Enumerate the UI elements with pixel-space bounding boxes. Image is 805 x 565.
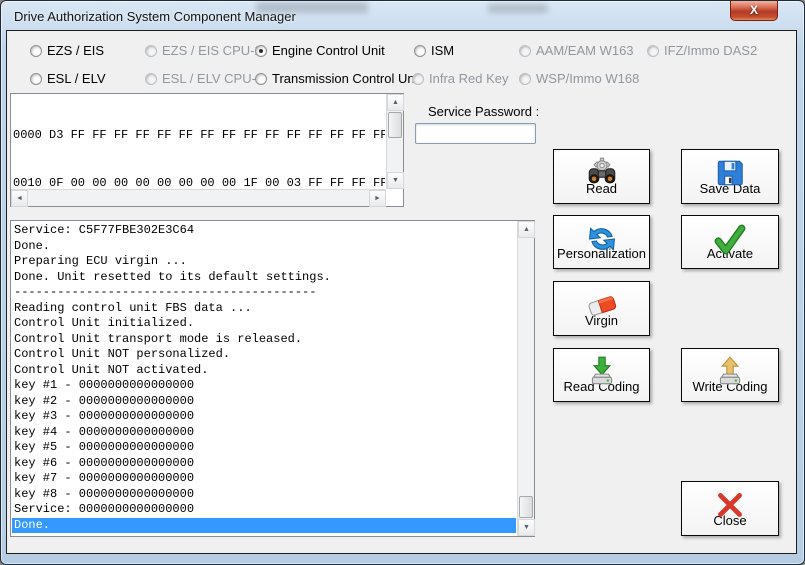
log-line[interactable]: ----------------------------------------… bbox=[12, 285, 516, 301]
hex-dump-lines: 0000 D3 FF FF FF FF FF FF FF FF FF FF FF… bbox=[13, 95, 385, 190]
radio-transmission-control-unit[interactable]: Transmission Control Unit bbox=[255, 71, 421, 86]
log-line[interactable]: Done. Unit resetted to its default setti… bbox=[12, 270, 516, 286]
service-password-input[interactable] bbox=[415, 123, 536, 144]
personalization-button[interactable]: Personalization bbox=[553, 215, 650, 269]
hex-vertical-scrollbar[interactable]: ▲ ▼ bbox=[386, 94, 404, 189]
radio-label: Infra Red Key bbox=[429, 71, 509, 86]
service-password-label: Service Password : bbox=[428, 104, 540, 119]
drive-download-icon bbox=[585, 355, 619, 389]
hex-scrollbar-thumb[interactable] bbox=[388, 112, 402, 138]
log-line[interactable]: Control Unit transport mode is released. bbox=[12, 332, 516, 348]
read-coding-button[interactable]: Read Coding bbox=[553, 348, 650, 402]
log-line[interactable]: Control Unit NOT personalized. bbox=[12, 347, 516, 363]
hex-line: 0010 0F 00 00 00 00 00 00 00 00 1F 00 03… bbox=[13, 176, 385, 190]
radio-label: EZS / EIS bbox=[47, 43, 105, 58]
radio-label: Engine Control Unit bbox=[272, 43, 385, 58]
radio-label: WSP/Immo W168 bbox=[536, 71, 640, 86]
hex-dump-viewer[interactable]: 0000 D3 FF FF FF FF FF FF FF FF FF FF FF… bbox=[10, 93, 404, 207]
scroll-down-icon[interactable]: ▼ bbox=[518, 519, 535, 536]
radio-esl-elv-cpu2: ESL / ELV CPU-2 bbox=[145, 71, 263, 86]
close-window-button[interactable]: X bbox=[730, 1, 778, 21]
log-line[interactable]: Preparing ECU virgin ... bbox=[12, 254, 516, 270]
radio-label: ISM bbox=[431, 43, 455, 58]
radio-ezs-eis[interactable]: EZS / EIS bbox=[30, 43, 104, 58]
radio-label: Transmission Control Unit bbox=[272, 71, 422, 86]
window-title: Drive Authorization System Component Man… bbox=[14, 9, 296, 24]
log-line[interactable]: key #5 - 0000000000000000 bbox=[12, 440, 516, 456]
radio-label: ESL / ELV bbox=[47, 71, 106, 86]
drive-upload-icon bbox=[713, 355, 747, 389]
log-line[interactable]: key #4 - 0000000000000000 bbox=[12, 425, 516, 441]
radio-label: ESL / ELV CPU-2 bbox=[162, 71, 264, 86]
radio-circle-icon bbox=[145, 72, 157, 85]
radio-circle-icon bbox=[519, 44, 531, 57]
log-line[interactable]: Service: C5F77FBE302E3C64 bbox=[12, 223, 516, 239]
radio-circle-icon bbox=[30, 44, 42, 57]
log-line[interactable]: Control Unit initialized. bbox=[12, 316, 516, 332]
radio-infra-red-key: Infra Red Key bbox=[412, 71, 509, 86]
scroll-up-icon[interactable]: ▲ bbox=[518, 221, 535, 238]
scroll-left-icon[interactable]: ◄ bbox=[11, 190, 28, 207]
green-check-icon bbox=[713, 222, 747, 256]
radio-ezs-eis-cpu2: EZS / EIS CPU-2 bbox=[145, 43, 262, 58]
radio-label: EZS / EIS CPU-2 bbox=[162, 43, 262, 58]
radio-label: AAM/EAM W163 bbox=[536, 43, 634, 58]
radio-aam-eam-w163: AAM/EAM W163 bbox=[519, 43, 634, 58]
redacted-watermark bbox=[256, 2, 368, 13]
write-coding-button[interactable]: Write Coding bbox=[681, 348, 779, 402]
radio-circle-icon bbox=[145, 44, 157, 57]
radio-wsp-immo-w168: WSP/Immo W168 bbox=[519, 71, 639, 86]
read-button[interactable]: Read bbox=[553, 149, 650, 204]
floppy-disk-icon bbox=[713, 156, 747, 190]
redacted-watermark bbox=[488, 4, 548, 13]
binoculars-icon bbox=[585, 156, 619, 190]
save-data-button[interactable]: Save Data bbox=[681, 149, 779, 204]
scroll-down-icon[interactable]: ▼ bbox=[387, 172, 404, 189]
dialog-client-area: EZS / EIS EZS / EIS CPU-2 Engine Control… bbox=[6, 30, 797, 554]
log-line[interactable]: key #1 - 0000000000000000 bbox=[12, 378, 516, 394]
red-x-icon bbox=[713, 488, 747, 522]
hex-line: 0000 D3 FF FF FF FF FF FF FF FF FF FF FF… bbox=[13, 128, 385, 142]
radio-engine-control-unit[interactable]: Engine Control Unit bbox=[255, 43, 385, 58]
radio-ism[interactable]: ISM bbox=[414, 43, 454, 58]
log-line[interactable]: key #8 - 0000000000000000 bbox=[12, 487, 516, 503]
radio-circle-icon bbox=[414, 44, 426, 57]
log-vertical-scrollbar[interactable]: ▲ ▼ bbox=[517, 221, 535, 536]
close-icon: X bbox=[749, 3, 758, 17]
radio-circle-icon bbox=[30, 72, 42, 85]
activate-button[interactable]: Activate bbox=[681, 215, 779, 269]
radio-circle-icon bbox=[255, 44, 267, 57]
radio-ifz-immo-das2: IFZ/Immo DAS2 bbox=[647, 43, 757, 58]
log-line[interactable]: key #3 - 0000000000000000 bbox=[12, 409, 516, 425]
log-line[interactable]: key #7 - 0000000000000000 bbox=[12, 471, 516, 487]
log-line[interactable]: Reading control unit FBS data ... bbox=[12, 301, 516, 317]
radio-esl-elv[interactable]: ESL / ELV bbox=[30, 71, 106, 86]
log-line[interactable]: key #2 - 0000000000000000 bbox=[12, 394, 516, 410]
log-line[interactable]: Done. bbox=[12, 517, 516, 533]
dialog-window: Drive Authorization System Component Man… bbox=[0, 0, 805, 565]
scroll-up-icon[interactable]: ▲ bbox=[387, 94, 404, 111]
hex-horizontal-scrollbar[interactable]: ◄ ► bbox=[11, 189, 386, 207]
log-lines: Service: C5F77FBE302E3C64 Done. Preparing … bbox=[12, 223, 516, 535]
log-line[interactable]: key #6 - 0000000000000000 bbox=[12, 456, 516, 472]
refresh-arrows-icon bbox=[585, 222, 619, 256]
radio-circle-icon bbox=[255, 72, 267, 85]
eraser-icon bbox=[585, 288, 619, 322]
log-scrollbar-thumb[interactable] bbox=[519, 496, 533, 518]
log-line[interactable]: Service: 0000000000000000 bbox=[12, 502, 516, 518]
close-button[interactable]: Close bbox=[681, 481, 779, 536]
radio-circle-icon bbox=[647, 44, 659, 57]
radio-circle-icon bbox=[519, 72, 531, 85]
virgin-button[interactable]: Virgin bbox=[553, 281, 650, 336]
radio-circle-icon bbox=[412, 72, 424, 85]
titlebar[interactable]: Drive Authorization System Component Man… bbox=[1, 1, 804, 30]
log-viewer[interactable]: Service: C5F77FBE302E3C64 Done. Preparing … bbox=[10, 220, 535, 537]
log-line[interactable]: Done. bbox=[12, 239, 516, 255]
scroll-right-icon[interactable]: ► bbox=[369, 190, 386, 207]
log-line[interactable]: Control Unit NOT activated. bbox=[12, 363, 516, 379]
radio-label: IFZ/Immo DAS2 bbox=[664, 43, 758, 58]
